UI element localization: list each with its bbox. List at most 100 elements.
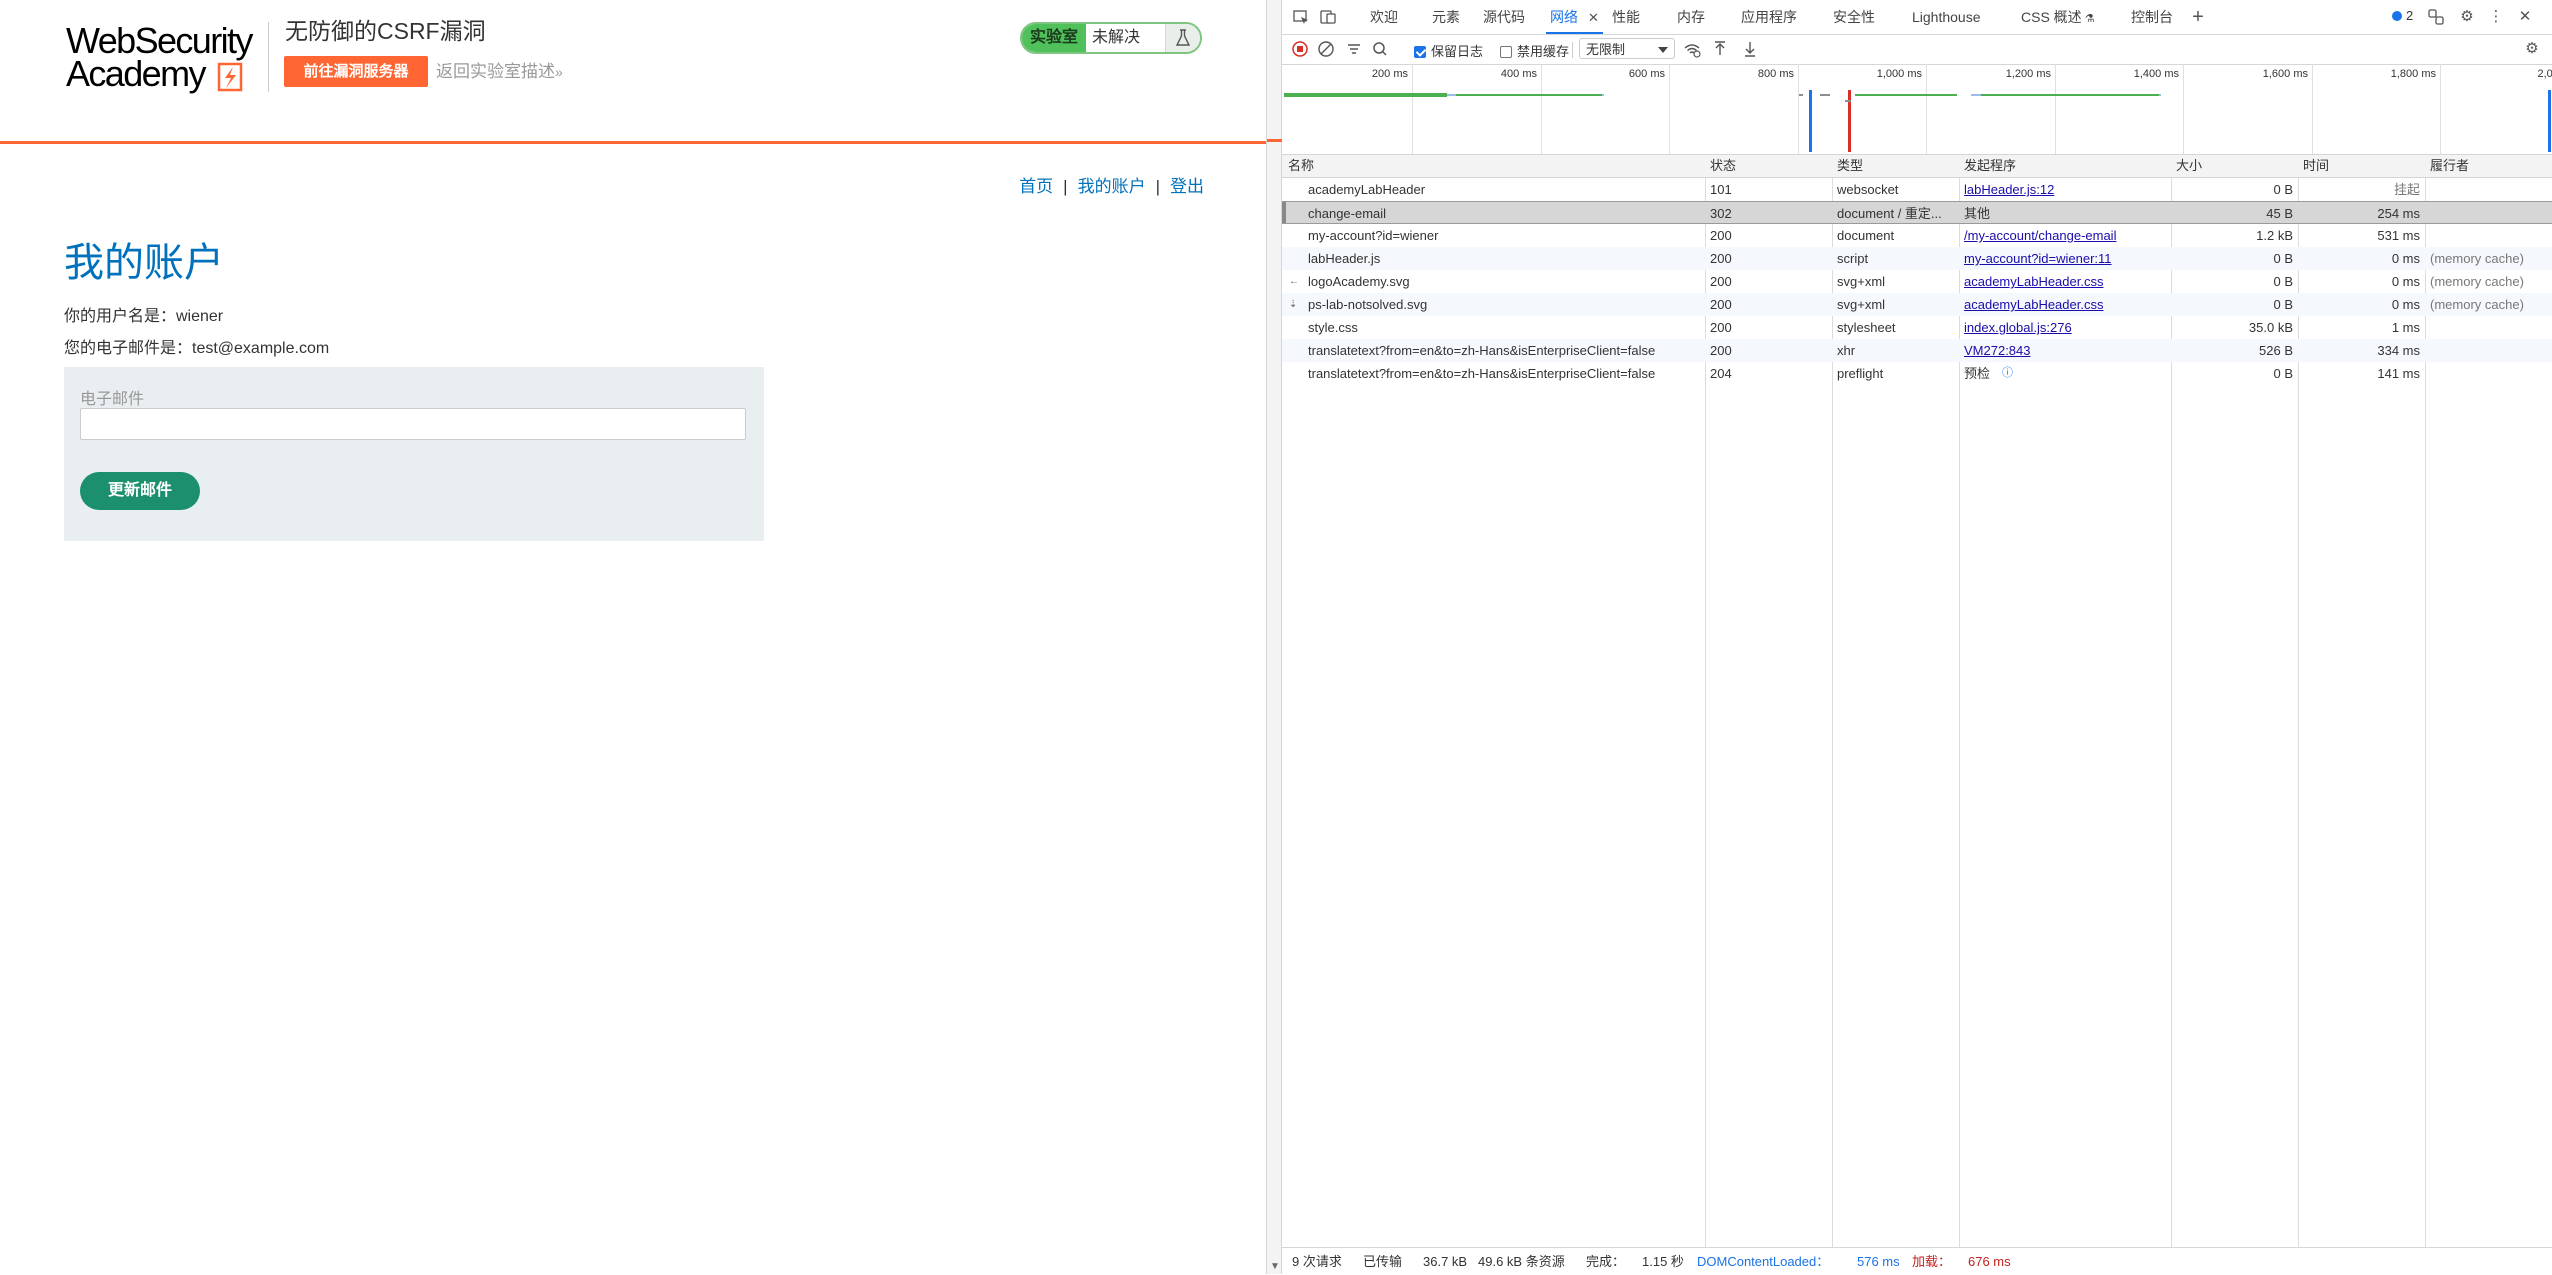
device-toolbar-icon[interactable] — [1319, 8, 1337, 26]
nav-home-link[interactable]: 首页 — [1019, 177, 1053, 196]
nav-separator: | — [1155, 177, 1160, 196]
cell-name[interactable]: labHeader.js — [1308, 247, 1702, 270]
overview-tick-line — [1541, 64, 1542, 154]
cell-initiator[interactable]: VM272:843 — [1964, 339, 2166, 362]
close-tab-icon[interactable]: ✕ — [1588, 10, 1599, 25]
table-row[interactable]: translatetext?from=en&to=zh-Hans&isEnter… — [1282, 362, 2552, 385]
settings-gear-icon[interactable]: ⚙ — [2458, 8, 2476, 26]
disable-cache-checkbox[interactable]: 禁用缓存 — [1500, 41, 1569, 60]
table-row[interactable]: ⇣ ps-lab-notsolved.svg 200 svg+xml academyLa… — [1282, 293, 2552, 316]
cell-initiator[interactable]: academyLabHeader.css — [1964, 293, 2166, 316]
tab-console[interactable]: 控制台 — [2131, 0, 2173, 34]
back-to-lab-description-link[interactable]: 返回实验室描述» — [436, 56, 563, 88]
table-row[interactable]: translatetext?from=en&to=zh-Hans&isEnter… — [1282, 339, 2552, 362]
add-tab-icon[interactable]: + — [2189, 7, 2207, 27]
tab-css-overview[interactable]: CSS 概述 ⚗ — [2021, 0, 2095, 34]
update-email-button[interactable]: 更新邮件 — [80, 472, 200, 510]
devtools-tab-bar: 欢迎 元素 源代码 网络 ✕ 性能 内存 应用程序 安全性 Lighthouse … — [1282, 0, 2552, 35]
table-row[interactable]: ← logoAcademy.svg 200 svg+xml academyLabHead… — [1282, 270, 2552, 293]
nav-logout-link[interactable]: 登出 — [1170, 177, 1204, 196]
column-header-type[interactable]: 类型 — [1837, 155, 1863, 177]
export-har-icon[interactable] — [1740, 39, 1760, 59]
cell-size: 0 B — [2273, 366, 2293, 381]
overview-tick-line — [1669, 64, 1670, 154]
nav-my-account-link[interactable]: 我的账户 — [1078, 177, 1146, 196]
nav-separator: | — [1063, 177, 1068, 196]
cell-initiator[interactable]: /my-account/change-email — [1964, 224, 2166, 247]
import-har-icon[interactable] — [1710, 39, 1730, 59]
record-stop-icon[interactable] — [1290, 39, 1310, 59]
tab-welcome[interactable]: 欢迎 — [1370, 0, 1398, 34]
cell-name[interactable]: translatetext?from=en&to=zh-Hans&isEnter… — [1308, 339, 1702, 362]
tab-elements[interactable]: 元素 — [1432, 0, 1460, 34]
issues-badge[interactable]: 2 — [2392, 8, 2413, 23]
cell-initiator: 其他 — [1964, 206, 1991, 221]
close-devtools-icon[interactable]: ✕ — [2516, 8, 2534, 26]
overview-tick-line — [2312, 64, 2313, 154]
table-row[interactable]: my-account?id=wiener 200 document/my-accou… — [1282, 224, 2552, 247]
cell-time: 0 ms — [2391, 251, 2420, 266]
column-header-size[interactable]: 大小 — [2176, 155, 2202, 177]
cell-name[interactable]: logoAcademy.svg — [1308, 270, 1702, 293]
table-row[interactable]: academyLabHeader 101 websocket labHeader.js… — [1282, 178, 2552, 201]
preserve-log-checkbox-box[interactable] — [1414, 46, 1426, 58]
column-header-time[interactable]: 时间 — [2303, 155, 2329, 177]
column-header-initiator[interactable]: 发起程序 — [1964, 155, 2016, 177]
cell-initiator[interactable]: labHeader.js:12 — [1964, 178, 2166, 201]
search-icon[interactable] — [1370, 39, 1390, 59]
tab-sources[interactable]: 源代码 — [1483, 0, 1525, 34]
cell-name[interactable]: academyLabHeader — [1308, 178, 1702, 201]
scroll-down-arrow-icon[interactable]: ▼ — [1270, 1261, 1280, 1272]
column-header-status[interactable]: 状态 — [1710, 155, 1736, 177]
tab-memory[interactable]: 内存 — [1677, 0, 1705, 34]
info-icon[interactable]: ⓘ — [2002, 362, 2013, 385]
cell-name[interactable]: ps-lab-notsolved.svg — [1308, 293, 1702, 316]
tab-lighthouse[interactable]: Lighthouse — [1912, 0, 1981, 34]
column-header-fulfilled-by[interactable]: 履行者 — [2430, 155, 2469, 177]
email-field[interactable] — [80, 408, 746, 440]
cell-initiator[interactable]: my-account?id=wiener:11 — [1964, 247, 2166, 270]
table-row[interactable]: change-email 302 document / 重定... 其他 45 B 254… — [1282, 201, 2552, 224]
network-conditions-icon[interactable] — [1682, 39, 1702, 59]
cell-time: 0 ms — [2391, 274, 2420, 289]
cell-name[interactable]: change-email — [1308, 202, 1702, 225]
column-header-name[interactable]: 名称 — [1288, 155, 1314, 177]
cell-type: preflight — [1837, 366, 1884, 381]
overview-bar — [1855, 94, 1957, 96]
cell-status: 200 — [1710, 320, 1732, 335]
clear-log-icon[interactable] — [1316, 39, 1336, 59]
cell-initiator[interactable]: academyLabHeader.css — [1964, 270, 2166, 293]
tab-security[interactable]: 安全性 — [1833, 0, 1875, 34]
cell-name[interactable]: translatetext?from=en&to=zh-Hans&isEnter… — [1308, 362, 1702, 385]
network-settings-gear-icon[interactable]: ⚙ — [2522, 39, 2542, 59]
transferred-label: 已传输 — [1363, 1254, 1403, 1269]
tab-network[interactable]: 网络 ✕ — [1546, 0, 1603, 34]
cell-size: 35.0 kB — [2248, 320, 2293, 335]
overview-tick-label: 1,600 ms — [2262, 68, 2308, 80]
preserve-log-checkbox[interactable]: 保留日志 — [1414, 41, 1483, 60]
cell-initiator: 预检 — [1964, 366, 1991, 381]
connection-icon[interactable] — [2427, 8, 2445, 26]
table-row[interactable]: style.css 200 stylesheet index.global.js:27… — [1282, 316, 2552, 339]
go-to-exploit-server-button[interactable]: 前往漏洞服务器 — [284, 56, 428, 87]
overview-tick-line — [1798, 64, 1799, 154]
cell-fulfilled-by — [2430, 178, 2550, 201]
cell-name[interactable]: style.css — [1308, 316, 1702, 339]
disable-cache-checkbox-box[interactable] — [1500, 46, 1512, 58]
tab-application[interactable]: 应用程序 — [1741, 0, 1797, 34]
network-overview-timeline[interactable]: 200 ms 400 ms 600 ms 800 ms 1,000 ms 1,200 ms… — [1282, 64, 2552, 155]
more-options-icon[interactable]: ⋮ — [2487, 8, 2505, 26]
throttling-select[interactable]: 无限制 — [1579, 38, 1675, 59]
cell-status: 204 — [1710, 366, 1732, 381]
panel-splitter[interactable]: ▼ — [1266, 0, 1283, 1274]
cell-name[interactable]: my-account?id=wiener — [1308, 224, 1702, 247]
table-row[interactable]: labHeader.js 200 script my-account?id=wiene… — [1282, 247, 2552, 270]
cell-type: script — [1837, 251, 1869, 266]
filter-icon[interactable] — [1344, 39, 1364, 59]
web-security-academy-logo[interactable]: WebSecurity Academy — [66, 20, 266, 94]
tab-performance[interactable]: 性能 — [1612, 0, 1640, 34]
tab-network-label: 网络 — [1550, 9, 1578, 25]
inspect-element-icon[interactable] — [1292, 8, 1310, 26]
dom-content-loaded-time: 576 ms — [1857, 1254, 1900, 1269]
cell-initiator[interactable]: index.global.js:276 — [1964, 316, 2166, 339]
